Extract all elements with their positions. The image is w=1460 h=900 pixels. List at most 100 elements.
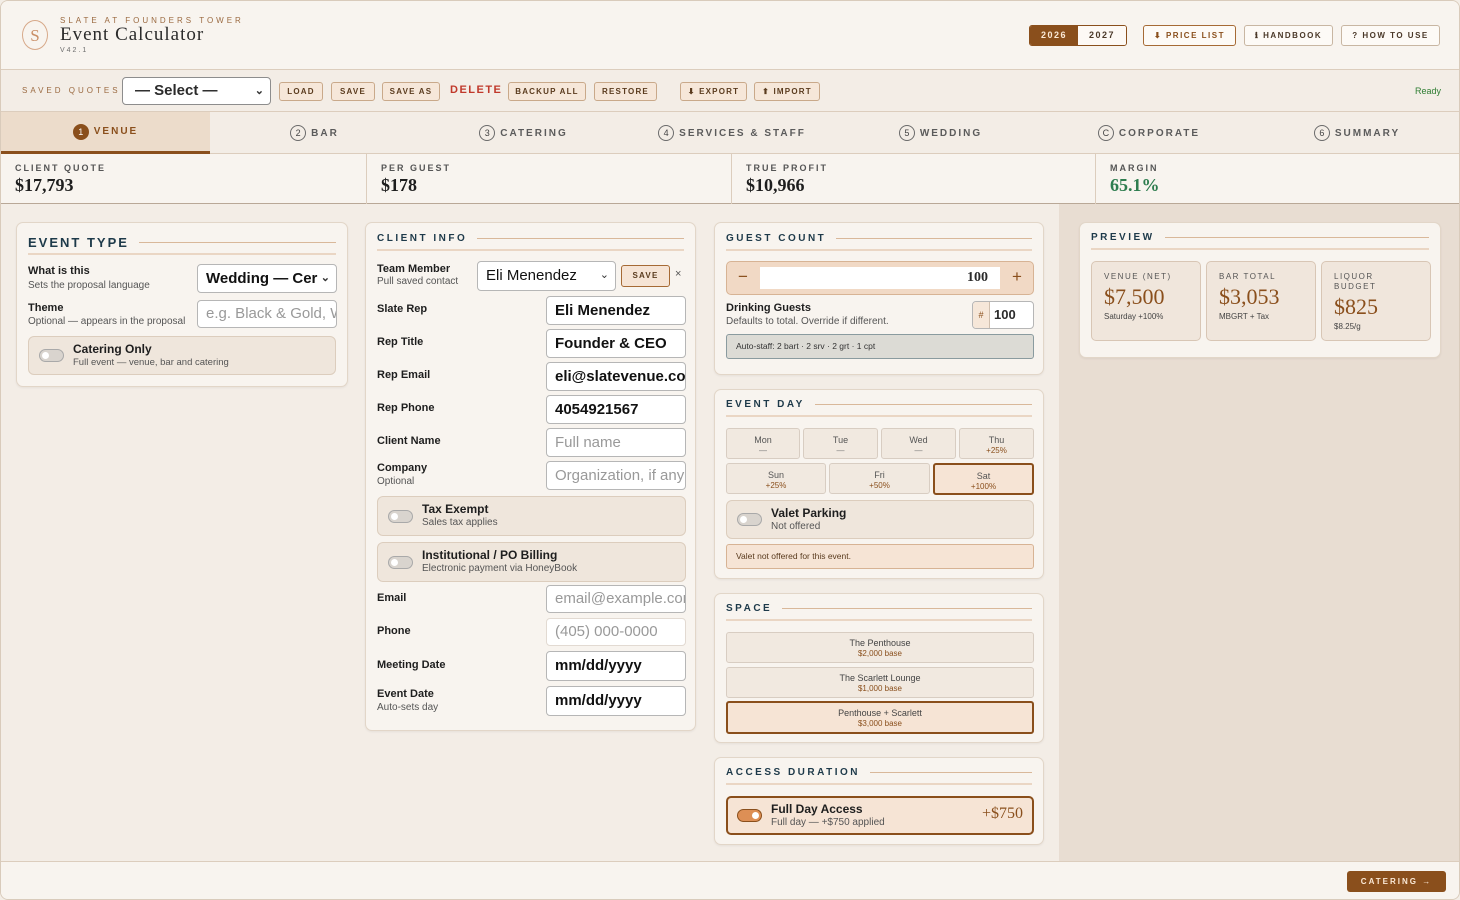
day-sat[interactable]: Sat +100% — [933, 463, 1034, 495]
close-icon[interactable]: × — [675, 268, 681, 280]
tab-summary[interactable]: 6 SUMMARY — [1253, 112, 1459, 154]
stat-value: 65.1% — [1110, 175, 1160, 195]
preview-label: VENUE (NET) — [1104, 272, 1172, 281]
day-premium: — — [914, 446, 923, 455]
theme-input[interactable]: e.g. Black & Gold, W — [197, 300, 337, 328]
event-type-select[interactable]: Wedding — Cer ⌄ — [197, 264, 337, 293]
preview-card: PREVIEW VENUE (NET) $7,500 Saturday +100… — [1079, 222, 1441, 358]
load-button[interactable]: LOAD — [279, 82, 323, 101]
import-button[interactable]: ⬆ IMPORT — [754, 82, 820, 101]
event-date-input[interactable]: mm/dd/yyyy — [546, 686, 686, 716]
day-mon[interactable]: Mon — — [726, 428, 800, 459]
space-option-scarlett-lounge[interactable]: The Scarlett Lounge $1,000 base — [726, 667, 1034, 698]
access-duration-title: ACCESS DURATION — [726, 767, 1032, 778]
delete-button[interactable]: DELETE — [450, 84, 502, 96]
space-option-penthouse-scarlett[interactable]: Penthouse + Scarlett $3,000 base — [726, 701, 1034, 734]
tab-venue[interactable]: 1 VENUE — [1, 112, 210, 154]
stat-value: $10,966 — [746, 175, 805, 195]
save-as-button[interactable]: SAVE AS — [382, 82, 440, 101]
how-to-use-button[interactable]: ? HOW TO USE — [1341, 25, 1440, 46]
space-price: $3,000 base — [857, 719, 903, 728]
day-fri[interactable]: Fri +50% — [829, 463, 930, 494]
space-card: SPACE The Penthouse $2,000 base The Scarl… — [714, 593, 1044, 743]
tab-bar-tab[interactable]: 2 BAR — [210, 112, 419, 154]
client-name-input[interactable]: Full name — [546, 428, 686, 457]
divider — [726, 415, 1032, 417]
event-day-card: EVENT DAY Mon — Tue — Wed — Thu +25% Sun +25%… — [714, 389, 1044, 579]
guest-count-input[interactable]: 100 — [760, 267, 1000, 289]
price-list-button[interactable]: ⬇ PRICE LIST — [1143, 25, 1236, 46]
day-thu[interactable]: Thu +25% — [959, 428, 1034, 459]
catering-only-toggle[interactable] — [39, 349, 64, 362]
preview-label: BAR TOTAL — [1219, 272, 1277, 281]
company-sublabel: Optional — [377, 476, 415, 487]
plus-button[interactable]: + — [1001, 262, 1033, 294]
rep-title-input[interactable]: Founder & CEO — [546, 329, 686, 358]
day-wed[interactable]: Wed — — [881, 428, 956, 459]
day-tue[interactable]: Tue — — [803, 428, 878, 459]
tab-number: C — [1097, 125, 1114, 141]
po-billing-title: Institutional / PO Billing — [422, 548, 558, 562]
drinking-guests-field[interactable]: # 100 — [972, 301, 1034, 329]
po-billing-toggle[interactable] — [388, 556, 413, 569]
access-duration-card: ACCESS DURATION Full Day Access Full day… — [714, 757, 1044, 845]
save-contact-button[interactable]: SAVE — [621, 265, 670, 287]
event-type-label: What is this — [28, 265, 90, 277]
footer-bar — [1, 861, 1459, 899]
tab-catering[interactable]: 3 CATERING — [419, 112, 628, 154]
tab-corporate[interactable]: C CORPORATE — [1045, 112, 1253, 154]
save-quote-button[interactable]: SAVE — [331, 82, 375, 101]
stat-label: CLIENT QUOTE — [15, 163, 106, 173]
restore-button[interactable]: RESTORE — [594, 82, 657, 101]
handbook-button[interactable]: ℹ HANDBOOK — [1244, 25, 1333, 46]
tax-exempt-sub: Sales tax applies — [422, 517, 498, 528]
tax-exempt-title: Tax Exempt — [422, 502, 489, 516]
tab-wedding[interactable]: 5 WEDDING — [836, 112, 1045, 154]
meeting-date-input[interactable]: mm/dd/yyyy — [546, 651, 686, 681]
preview-sub: $8.25/g — [1334, 322, 1361, 331]
space-option-penthouse[interactable]: The Penthouse $2,000 base — [726, 632, 1034, 663]
day-premium: +100% — [970, 482, 997, 491]
tax-exempt-toggle[interactable] — [388, 510, 413, 523]
hash-icon: # — [973, 302, 990, 328]
backup-all-button[interactable]: BACKUP ALL — [508, 82, 586, 101]
preview-sub: Saturday +100% — [1104, 312, 1164, 321]
divider — [1091, 248, 1429, 250]
next-catering-button[interactable]: CATERING → — [1347, 871, 1446, 892]
preview-value: $825 — [1334, 294, 1378, 319]
tab-label: SUMMARY — [1334, 127, 1401, 139]
tab-services-staff[interactable]: 4 SERVICES & STAFF — [628, 112, 836, 154]
po-billing-toggle-box[interactable]: Institutional / PO Billing Electronic pa… — [377, 542, 686, 582]
preview-value: $7,500 — [1104, 284, 1165, 309]
company-input[interactable]: Organization, if any — [546, 461, 686, 490]
team-member-label: Team Member — [377, 263, 451, 275]
year-2026-button[interactable]: 2026 — [1030, 26, 1078, 45]
full-day-access-toggle[interactable] — [737, 809, 762, 822]
stat-label: MARGIN — [1110, 163, 1159, 173]
client-email-input[interactable]: email@example.com — [546, 585, 686, 613]
rep-phone-label: Rep Phone — [377, 402, 435, 414]
divider — [726, 619, 1032, 621]
rep-phone-input[interactable]: 4054921567 — [546, 395, 686, 424]
minus-button[interactable]: − — [727, 262, 759, 294]
valet-toggle[interactable] — [737, 513, 762, 526]
day-name: Mon — [754, 435, 772, 445]
catering-only-toggle-box[interactable]: Catering Only Full event — venue, bar an… — [28, 336, 336, 375]
event-date-sublabel: Auto-sets day — [377, 702, 439, 713]
client-phone-input[interactable]: (405) 000-0000 — [546, 618, 686, 646]
rep-title-label: Rep Title — [377, 336, 424, 348]
tab-label: BAR — [311, 127, 339, 139]
full-day-access-option[interactable]: Full Day Access Full day — +$750 applied… — [726, 796, 1034, 835]
preview-bar-total: BAR TOTAL $3,053 MBGRT + Tax — [1206, 261, 1316, 341]
rep-email-input[interactable]: eli@slatevenue.com — [546, 362, 686, 391]
export-button[interactable]: ⬇ EXPORT — [680, 82, 747, 101]
slate-rep-input[interactable]: Eli Menendez — [546, 296, 686, 325]
team-member-select[interactable]: Eli Menendez ⌄ — [477, 261, 616, 291]
day-sun[interactable]: Sun +25% — [726, 463, 826, 494]
stat-true-profit: TRUE PROFIT $10,966 — [732, 154, 1096, 204]
valet-toggle-box[interactable]: Valet Parking Not offered — [726, 500, 1034, 539]
tax-exempt-toggle-box[interactable]: Tax Exempt Sales tax applies — [377, 496, 686, 536]
drinking-guests-value: 100 — [994, 307, 1016, 322]
year-2027-button[interactable]: 2027 — [1078, 26, 1126, 45]
saved-quotes-select[interactable]: — Select — ⌄ — [122, 77, 271, 105]
